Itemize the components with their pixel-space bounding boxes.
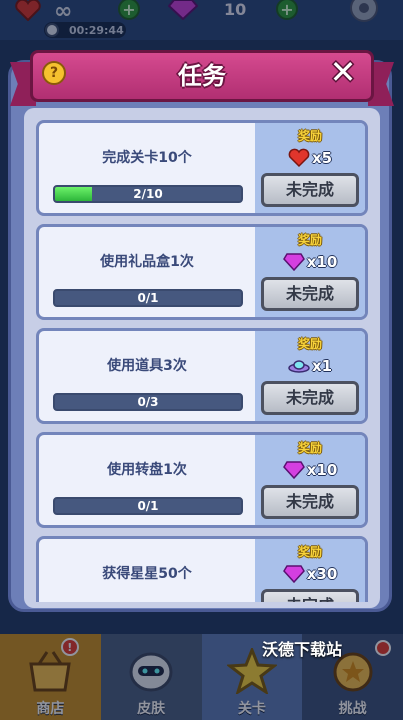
reward-row: x10: [255, 459, 365, 481]
top-hud: ∞ + 10 + 00:29:44: [0, 0, 403, 40]
reward-label: 奖励: [297, 545, 322, 559]
reward-amount: x30: [306, 565, 338, 583]
gem-icon: [168, 0, 198, 20]
ufo-icon: [288, 360, 310, 373]
reward-panel: 奖励 x5 未完成: [255, 123, 365, 213]
gem-count: 10: [224, 0, 247, 19]
reward-label: 奖励: [297, 233, 322, 247]
progress-text: 0/3: [137, 395, 159, 409]
reward-amount: x10: [306, 461, 338, 479]
reward-label: 奖励: [297, 441, 322, 455]
task-progress-bar: 0/1: [53, 497, 243, 515]
task-name: 获得星星50个: [102, 566, 192, 582]
task-progress-bar: 2/10: [53, 185, 243, 203]
task-list[interactable]: 完成关卡10个 2/10 奖励 x5 未完成 使用礼品盒1次 0/1 奖励 x1…: [36, 120, 368, 602]
reward-panel: 奖励 x1 未完成: [255, 331, 365, 421]
task-name: 使用道具3次: [107, 358, 187, 374]
task-name: 完成关卡10个: [102, 150, 192, 166]
nav-shop[interactable]: ! 商店: [0, 634, 101, 720]
gem-icon: [282, 565, 305, 584]
reward-row: x10: [255, 251, 365, 273]
gem-icon: [282, 253, 305, 272]
reward-row: x1: [255, 355, 365, 377]
progress-text: 2/10: [133, 187, 163, 201]
task-name: 使用礼品盒1次: [100, 254, 194, 270]
task-status-button[interactable]: 未完成: [261, 277, 359, 311]
nav-level-label: 关卡: [237, 701, 266, 717]
task-card: 获得星星50个 奖励 x30 未完成: [36, 536, 368, 602]
task-card: 使用转盘1次 0/1 奖励 x10 未完成: [36, 432, 368, 528]
task-card: 使用礼品盒1次 0/1 奖励 x10 未完成: [36, 224, 368, 320]
lives-heart-icon: [14, 0, 42, 21]
nav-skin-label: 皮肤: [137, 701, 166, 717]
task-info: 完成关卡10个 2/10: [39, 123, 255, 213]
task-card: 使用道具3次 0/3 奖励 x1 未完成: [36, 328, 368, 424]
task-card: 完成关卡10个 2/10 奖励 x5 未完成: [36, 120, 368, 216]
heart-icon: [288, 148, 310, 168]
task-info: 使用转盘1次 0/1: [39, 435, 255, 525]
task-status-button[interactable]: 未完成: [261, 381, 359, 415]
task-status-button[interactable]: 未完成: [261, 589, 359, 602]
task-progress-bar: 0/1: [53, 289, 243, 307]
lives-infinite-label: ∞: [54, 0, 73, 24]
settings-gear-icon[interactable]: [346, 0, 382, 26]
nav-fight-label: 挑战: [338, 701, 367, 717]
reward-panel: 奖励 x10 未完成: [255, 435, 365, 525]
reward-row: x30: [255, 563, 365, 585]
task-status-button[interactable]: 未完成: [261, 173, 359, 207]
nav-shop-label: 商店: [36, 701, 65, 717]
fight-alert-dot: [375, 640, 391, 656]
task-name: 使用转盘1次: [107, 462, 187, 478]
reward-panel: 奖励 x30 未完成: [255, 539, 365, 602]
task-status-button[interactable]: 未完成: [261, 485, 359, 519]
task-info: 使用道具3次 0/3: [39, 331, 255, 421]
add-lives-button[interactable]: +: [118, 0, 140, 20]
watermark: 沃德下载站: [262, 640, 343, 659]
task-info: 使用礼品盒1次 0/1: [39, 227, 255, 317]
reward-panel: 奖励 x10 未完成: [255, 227, 365, 317]
reward-amount: x10: [306, 253, 338, 271]
progress-text: 0/1: [137, 499, 159, 513]
close-button[interactable]: ✕: [326, 54, 360, 90]
bottom-nav: ! 商店 皮肤 关卡 挑战: [0, 634, 403, 720]
reward-label: 奖励: [297, 337, 322, 351]
reward-amount: x1: [311, 357, 333, 375]
progress-text: 0/1: [137, 291, 159, 305]
life-refill-timer: 00:29:44: [44, 22, 126, 38]
task-info: 获得星星50个: [39, 539, 255, 602]
timer-text: 00:29:44: [69, 23, 124, 37]
nav-skin[interactable]: 皮肤: [100, 634, 202, 720]
shop-alert-badge: !: [60, 638, 79, 656]
add-gems-button[interactable]: +: [276, 0, 298, 20]
reward-row: x5: [255, 147, 365, 169]
tasks-modal-header: ? 任务 ✕: [10, 50, 394, 106]
robot-icon: [129, 652, 173, 692]
gem-icon: [282, 461, 305, 480]
modal-title: 任务: [178, 62, 226, 90]
task-progress-bar: 0/3: [53, 393, 243, 411]
reward-label: 奖励: [297, 129, 322, 143]
reward-amount: x5: [311, 149, 333, 167]
clock-icon: [45, 23, 59, 37]
